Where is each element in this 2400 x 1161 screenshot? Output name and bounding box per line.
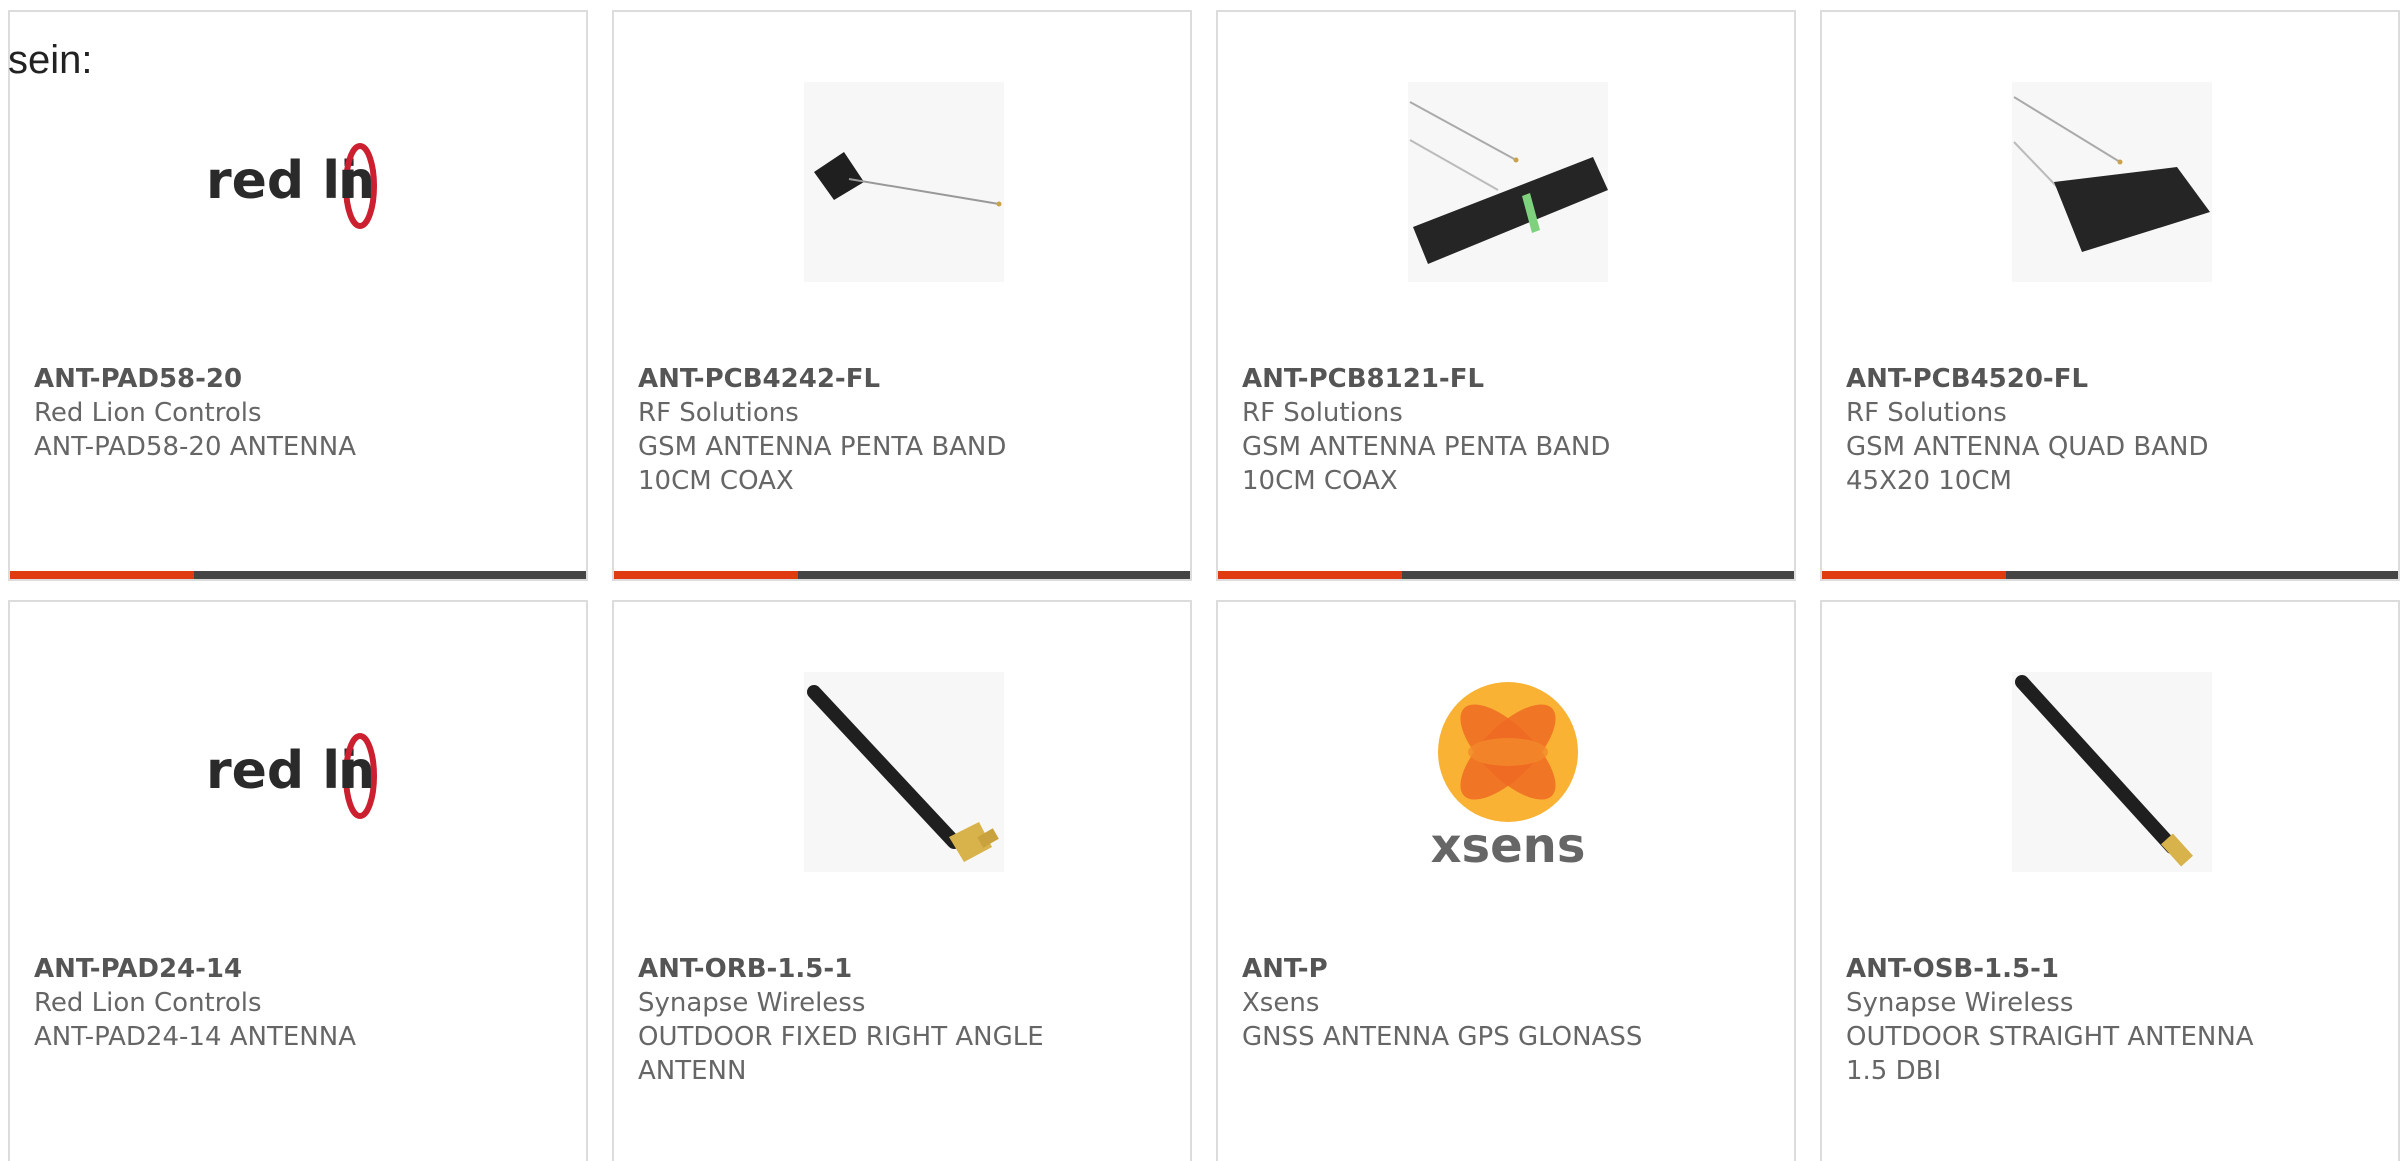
product-card[interactable]: ANT-PCB4242-FL RF Solutions GSM ANTENNA … <box>612 10 1192 581</box>
pcb-antenna-image <box>2012 82 2212 282</box>
xsens-logo-image: xsens <box>1408 672 1608 872</box>
manufacturer: RF Solutions <box>1846 398 2007 428</box>
whip-antenna-image <box>804 672 1004 872</box>
intro-text: sein: <box>8 38 93 82</box>
accent-bar <box>10 571 195 579</box>
part-number[interactable]: ANT-PCB4520-FL <box>1846 362 2366 396</box>
logo-text-a: red li <box>206 151 358 211</box>
description-line: 10CM COAX <box>1242 466 1398 496</box>
part-number[interactable]: ANT-OSB-1.5-1 <box>1846 952 2366 986</box>
description-line: GNSS ANTENNA GPS GLONASS <box>1242 1022 1643 1052</box>
product-card[interactable]: xsens ANT-P Xsens GNSS ANTENNA GPS GLONA… <box>1216 600 1796 1161</box>
product-card[interactable]: red li n ANT-PAD24-14 Red Lion Controls … <box>8 600 588 1161</box>
pcb-antenna-image <box>1408 82 1608 282</box>
logo-text-a: red li <box>206 741 358 801</box>
product-card[interactable]: ANT-PCB4520-FL RF Solutions GSM ANTENNA … <box>1820 10 2400 581</box>
red-lion-logo-image: red li n <box>200 672 400 872</box>
product-card[interactable]: ANT-ORB-1.5-1 Synapse Wireless OUTDOOR F… <box>612 600 1192 1161</box>
accent-bar <box>1218 571 1403 579</box>
product-card[interactable]: red li n ANT-PAD58-20 Red Lion Controls … <box>8 10 588 581</box>
manufacturer: Red Lion Controls <box>34 988 262 1018</box>
product-grid-page: sein: red li n ANT-PAD58-20 Red Lion Con… <box>0 0 2400 1161</box>
manufacturer: RF Solutions <box>1242 398 1403 428</box>
pcb-antenna-image <box>804 82 1004 282</box>
description-line: 45X20 10CM <box>1846 466 2012 496</box>
card-bottom-bar <box>1822 571 2398 579</box>
product-card[interactable]: ANT-PCB8121-FL RF Solutions GSM ANTENNA … <box>1216 10 1796 581</box>
manufacturer: Xsens <box>1242 988 1320 1018</box>
description-line: GSM ANTENNA QUAD BAND <box>1846 432 2209 462</box>
description-line: 1.5 DBI <box>1846 1056 1942 1086</box>
description-line: ANT-PAD24-14 ANTENNA <box>34 1022 356 1052</box>
description-line: OUTDOOR STRAIGHT ANTENNA <box>1846 1022 2254 1052</box>
card-bottom-bar <box>1218 571 1794 579</box>
description-line: GSM ANTENNA PENTA BAND <box>1242 432 1611 462</box>
red-lion-logo-image: red li n <box>200 82 400 282</box>
xsens-logo-text: xsens <box>1431 818 1586 872</box>
description-line: 10CM COAX <box>638 466 794 496</box>
accent-bar <box>1822 571 2007 579</box>
part-number[interactable]: ANT-PCB8121-FL <box>1242 362 1762 396</box>
manufacturer: Synapse Wireless <box>638 988 866 1018</box>
part-number[interactable]: ANT-PAD24-14 <box>34 952 554 986</box>
description-line: GSM ANTENNA PENTA BAND <box>638 432 1007 462</box>
product-card[interactable]: ANT-OSB-1.5-1 Synapse Wireless OUTDOOR S… <box>1820 600 2400 1161</box>
manufacturer: RF Solutions <box>638 398 799 428</box>
part-number[interactable]: ANT-PAD58-20 <box>34 362 554 396</box>
logo-text-b: n <box>338 151 375 211</box>
description-line: ANTENN <box>638 1056 747 1086</box>
card-bottom-bar <box>614 571 1190 579</box>
manufacturer: Red Lion Controls <box>34 398 262 428</box>
card-bottom-bar <box>10 571 586 579</box>
description-line: ANT-PAD58-20 ANTENNA <box>34 432 356 462</box>
description-line: OUTDOOR FIXED RIGHT ANGLE <box>638 1022 1044 1052</box>
part-number[interactable]: ANT-P <box>1242 952 1762 986</box>
part-number[interactable]: ANT-PCB4242-FL <box>638 362 1158 396</box>
manufacturer: Synapse Wireless <box>1846 988 2074 1018</box>
part-number[interactable]: ANT-ORB-1.5-1 <box>638 952 1158 986</box>
whip-antenna-image <box>2012 672 2212 872</box>
accent-bar <box>614 571 799 579</box>
logo-text-b: n <box>338 741 375 801</box>
